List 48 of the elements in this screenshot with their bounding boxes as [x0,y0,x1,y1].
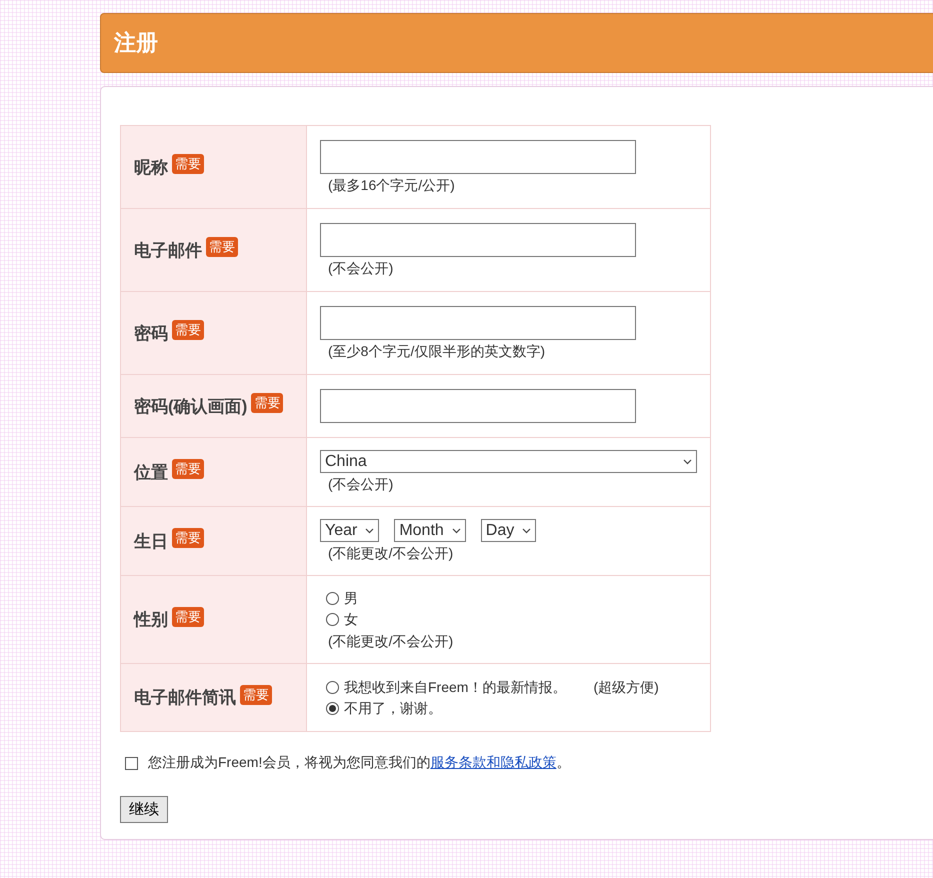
input-field[interactable] [320,222,636,256]
caret-icon [522,528,532,534]
radio-button[interactable] [326,592,339,605]
required-badge: 需要 [251,393,284,413]
field-label: 密码 [134,322,168,344]
continue-button[interactable]: 继续 [120,796,168,823]
page-title: 注册 [114,29,158,57]
required-badge: 需要 [206,237,238,257]
required-badge: 需要 [172,606,204,626]
location-select[interactable]: China [320,450,697,473]
input-field[interactable] [320,306,636,340]
caret-icon [683,458,692,464]
radio-label[interactable]: 不用了，谢谢。 [344,698,442,718]
required-badge: 需要 [172,528,204,548]
field-label: 电子邮件 [134,240,202,262]
terms-link[interactable]: 服务条款和隐私政策 [430,754,556,770]
required-badge: 需要 [172,320,204,340]
radio-label[interactable]: 我想收到来自Freem！的最新情报。 [344,676,566,698]
caret-icon [365,528,374,534]
required-badge: 需要 [172,459,204,479]
hint-text: (不能更改/不会公开) [328,633,454,651]
radio-label[interactable]: 女 [344,609,358,630]
hint-text: (不会公开) [328,476,394,494]
caret-icon [452,528,461,534]
hint-text: (不会公开) [328,260,394,278]
agreement-text: 您注册成为Freem!会员，将视为您同意我们的服务条款和隐私政策。 [148,754,570,772]
hint-text: (不能更改/不会公开) [328,545,454,563]
input-field[interactable] [320,389,636,423]
field-label: 生日 [134,530,168,552]
radio-label[interactable]: 男 [344,588,358,609]
date-select[interactable]: Month [394,519,466,542]
hint-text: (至少8个字元/仅限半形的英文数字) [328,342,546,360]
input-field[interactable] [320,140,636,174]
field-label: 性别 [134,609,168,631]
radio-button[interactable] [326,702,339,714]
date-select[interactable]: Year [320,519,380,542]
radio-button[interactable] [326,613,339,626]
field-label: 密码(确认画面) [134,396,248,418]
field-label: 电子邮件简讯 [134,687,236,709]
radio-button[interactable] [326,680,339,694]
field-label: 位置 [134,462,168,484]
date-select[interactable]: Day [480,519,536,542]
required-badge: 需要 [172,154,204,174]
checkbox[interactable] [125,756,138,770]
required-badge: 需要 [240,684,272,704]
note-text: (超级方便) [593,678,659,697]
hint-text: (最多16个字元/公开) [328,176,456,194]
field-label: 昵称 [134,156,168,178]
